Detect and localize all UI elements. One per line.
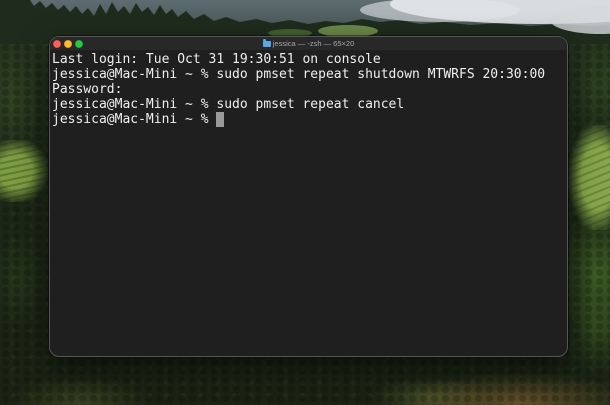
output-text: Last login: Tue Oct 31 19:30:51 on conso… (52, 52, 381, 67)
terminal-output[interactable]: Last login: Tue Oct 31 19:30:51 on conso… (50, 50, 567, 127)
terminal-window[interactable]: jessica — -zsh — 65×20 Last login: Tue O… (49, 36, 568, 357)
terminal-line: jessica@Mac-Mini ~ % sudo pmset repeat s… (52, 67, 565, 82)
command-text: sudo pmset repeat cancel (216, 97, 405, 112)
folder-icon (262, 39, 271, 47)
shell-prompt: jessica@Mac-Mini ~ % (52, 67, 209, 82)
terminal-line: Last login: Tue Oct 31 19:30:51 on conso… (52, 52, 565, 67)
terminal-line: jessica@Mac-Mini ~ % (52, 112, 565, 127)
window-title: jessica — -zsh — 65×20 (272, 39, 355, 48)
title-bar[interactable]: jessica — -zsh — 65×20 (50, 37, 567, 50)
window-title-group: jessica — -zsh — 65×20 (50, 37, 567, 50)
shell-prompt: jessica@Mac-Mini ~ % (52, 112, 209, 127)
output-text: Password: (52, 82, 123, 97)
shell-prompt: jessica@Mac-Mini ~ % (52, 97, 209, 112)
terminal-line: Password: (52, 82, 565, 97)
terminal-line: jessica@Mac-Mini ~ % sudo pmset repeat c… (52, 97, 565, 112)
wallpaper-field-left (0, 140, 52, 202)
command-text: sudo pmset repeat shutdown MTWRFS 20:30:… (216, 67, 546, 82)
text-cursor (216, 112, 225, 127)
